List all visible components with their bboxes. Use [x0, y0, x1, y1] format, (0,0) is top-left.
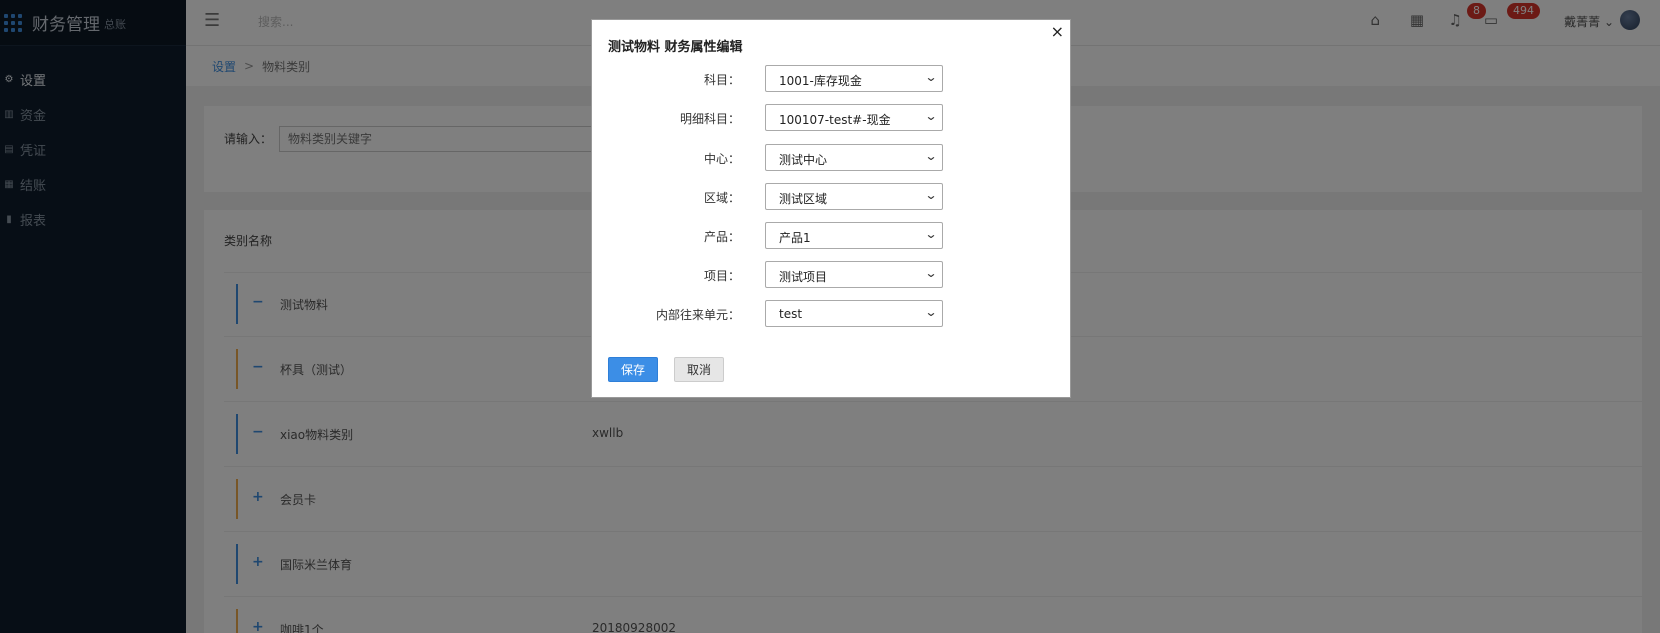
save-button[interactable]: 保存 [608, 357, 658, 382]
subject-select[interactable]: 1001-库存现金 ⌄ [765, 65, 943, 92]
field-center: 中心： 测试中心 ⌄ [592, 144, 1070, 172]
project-select[interactable]: 测试项目 ⌄ [765, 261, 943, 288]
field-label: 产品： [703, 230, 740, 244]
chevron-down-icon: ⌄ [924, 188, 938, 202]
field-label: 内部往来单元： [655, 308, 740, 322]
detail-subject-select[interactable]: 100107-test#-现金 ⌄ [765, 104, 943, 131]
finance-attribute-dialog: 测试物料 财务属性编辑 × 科目： 1001-库存现金 ⌄ 明细科目： 1001… [591, 19, 1071, 398]
field-label: 项目： [703, 269, 740, 283]
select-value: 100107-test#-现金 [779, 113, 891, 127]
select-value: 测试项目 [779, 270, 828, 284]
select-value: test [779, 307, 803, 321]
chevron-down-icon: ⌄ [924, 149, 938, 163]
region-select[interactable]: 测试区域 ⌄ [765, 183, 943, 210]
cancel-button[interactable]: 取消 [674, 357, 724, 382]
product-select[interactable]: 产品1 ⌄ [765, 222, 943, 249]
select-value: 测试区域 [779, 192, 828, 206]
dialog-title: 测试物料 财务属性编辑 [608, 40, 743, 55]
field-region: 区域： 测试区域 ⌄ [592, 183, 1070, 211]
field-label: 科目： [703, 73, 740, 87]
chevron-down-icon: ⌄ [924, 109, 938, 123]
select-value: 产品1 [779, 231, 811, 245]
field-internal-unit: 内部往来单元： test ⌄ [592, 300, 1070, 328]
select-value: 测试中心 [779, 153, 828, 167]
select-value: 1001-库存现金 [779, 74, 862, 88]
field-subject: 科目： 1001-库存现金 ⌄ [592, 65, 1070, 93]
field-detail-subject: 明细科目： 100107-test#-现金 ⌄ [592, 104, 1070, 132]
close-icon[interactable]: × [1051, 22, 1064, 41]
field-label: 明细科目： [679, 112, 740, 126]
field-label: 区域： [703, 191, 740, 205]
chevron-down-icon: ⌄ [924, 70, 938, 84]
chevron-down-icon: ⌄ [924, 305, 938, 319]
center-select[interactable]: 测试中心 ⌄ [765, 144, 943, 171]
field-product: 产品： 产品1 ⌄ [592, 222, 1070, 250]
field-label: 中心： [703, 152, 740, 166]
internal-unit-select[interactable]: test ⌄ [765, 300, 943, 327]
chevron-down-icon: ⌄ [924, 227, 938, 241]
field-project: 项目： 测试项目 ⌄ [592, 261, 1070, 289]
chevron-down-icon: ⌄ [924, 266, 938, 280]
